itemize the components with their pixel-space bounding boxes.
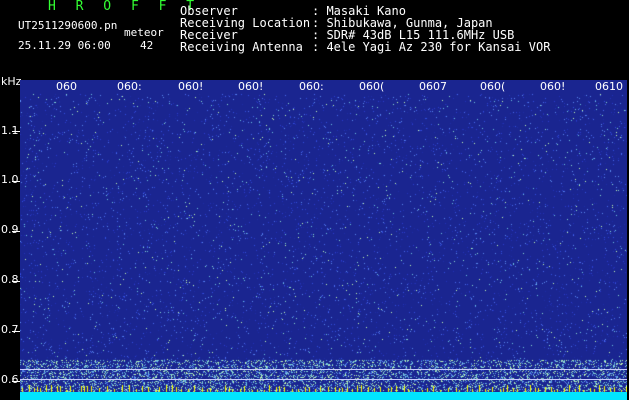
time-label: 0607 xyxy=(418,80,448,93)
spectrogram-panel: 060 060: 060! 060! 060: 060( 0607 060( 0… xyxy=(20,80,627,400)
frequency-unit-label: kHz xyxy=(1,75,22,88)
reference-line xyxy=(20,379,627,380)
time-label: 060: xyxy=(298,80,325,93)
y-tick-label: 0.6 xyxy=(1,373,19,386)
spectrogram-noise xyxy=(20,80,627,400)
y-tick-mark xyxy=(12,181,20,182)
time-label: 060! xyxy=(237,80,265,93)
y-tick-mark xyxy=(12,381,20,382)
antenna-label: Receiving Antenna xyxy=(180,40,303,54)
mode-label: meteor xyxy=(124,26,164,39)
y-tick-mark xyxy=(12,281,20,282)
y-tick-label: 0.8 xyxy=(1,273,19,286)
app-title: H R O F F T xyxy=(48,0,201,14)
time-label: 060: xyxy=(116,80,143,93)
y-tick-label: 0.9 xyxy=(1,223,19,236)
file-name: UT2511290600.pn xyxy=(18,19,118,32)
time-label: 060 xyxy=(55,80,78,93)
reference-line xyxy=(20,369,627,370)
y-tick-label: 1.0 xyxy=(1,173,19,186)
antenna-value: : 4ele Yagi Az 230 for Kansai VOR xyxy=(312,40,551,54)
time-label: 060! xyxy=(539,80,567,93)
y-tick-label: 0.7 xyxy=(1,323,19,336)
y-tick-mark xyxy=(12,131,20,132)
y-tick-mark xyxy=(12,231,20,232)
time-label: 0610 xyxy=(594,80,624,93)
time-label: 060( xyxy=(479,80,507,93)
detection-count: 42 xyxy=(140,39,154,52)
signal-strip xyxy=(20,392,627,400)
time-label: 060! xyxy=(177,80,205,93)
date-time: 25.11.29 06:00 xyxy=(18,39,111,52)
y-tick-mark xyxy=(12,331,20,332)
time-label: 060( xyxy=(358,80,386,93)
